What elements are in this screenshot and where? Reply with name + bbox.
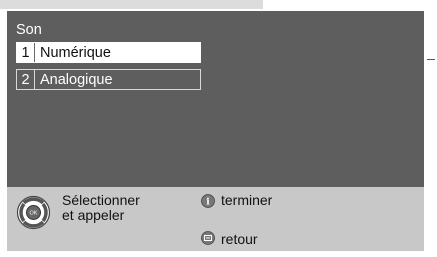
svg-text:i: i	[206, 198, 210, 208]
menu-item-number: 2	[17, 70, 35, 89]
menu-item-numerique[interactable]: 1 Numérique	[16, 42, 201, 63]
help-bar: OK Sélectionner et appeler i terminer re…	[7, 187, 424, 251]
menu-item-label: Numérique	[40, 44, 111, 61]
menu-item-label: Analogique	[40, 71, 113, 88]
top-border-strip	[0, 0, 263, 9]
edge-tick-mark	[427, 59, 435, 60]
finish-help-text: terminer	[221, 192, 273, 208]
select-help-text-line1: Sélectionner	[62, 192, 140, 208]
menu-item-analogique[interactable]: 2 Analogique	[16, 69, 201, 90]
menu-item-number: 1	[17, 43, 35, 62]
osd-menu-screen: Son 1 Numérique 2 Analogique OK Sélectio…	[7, 11, 424, 251]
menu-panel: Son 1 Numérique 2 Analogique	[7, 11, 424, 187]
back-button-icon	[201, 231, 215, 245]
menu-title: Son	[16, 22, 42, 38]
select-help-text-line2: et appeler	[62, 207, 125, 223]
svg-text:OK: OK	[30, 211, 38, 217]
info-button-icon: i	[201, 194, 215, 208]
navigation-ok-icon: OK	[16, 195, 51, 230]
back-help-text: retour	[221, 231, 258, 247]
